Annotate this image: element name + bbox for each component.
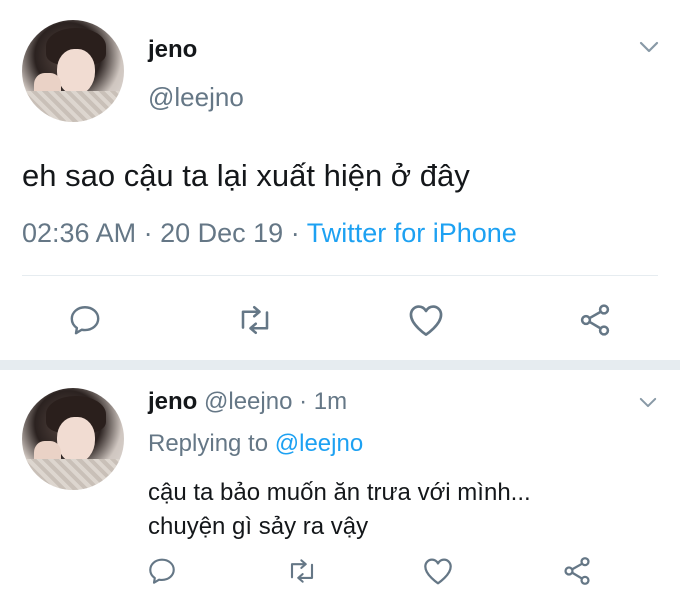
meta-separator: · bbox=[290, 218, 300, 248]
avatar[interactable] bbox=[22, 20, 124, 122]
author-name[interactable]: jeno bbox=[148, 36, 197, 64]
tweet-source-link[interactable]: Twitter for iPhone bbox=[307, 218, 517, 248]
retweet-icon[interactable] bbox=[235, 302, 275, 338]
reply-avatar[interactable] bbox=[22, 388, 124, 490]
reply-separator: · bbox=[299, 388, 308, 415]
reply-text-line: chuyện gì sảy ra vậy bbox=[148, 513, 369, 540]
share-icon[interactable] bbox=[576, 302, 614, 338]
tweet-time[interactable]: 02:36 AM bbox=[22, 218, 136, 248]
chevron-down-icon[interactable] bbox=[639, 396, 657, 409]
meta-separator: · bbox=[143, 218, 153, 248]
divider bbox=[22, 275, 658, 276]
retweet-icon[interactable] bbox=[285, 556, 319, 586]
reply-icon[interactable] bbox=[67, 302, 103, 338]
like-icon[interactable] bbox=[407, 302, 445, 338]
reply-author-handle[interactable]: @leejno bbox=[204, 388, 292, 415]
reply-author-name[interactable]: jeno bbox=[148, 388, 197, 415]
tweet-text: eh sao cậu ta lại xuất hiện ở đây bbox=[22, 158, 470, 193]
reply-age[interactable]: 1m bbox=[314, 388, 347, 415]
reply-text: cậu ta bảo muốn ăn trưa với mình... chuy… bbox=[148, 476, 531, 544]
chevron-down-icon[interactable] bbox=[639, 40, 659, 54]
reply-header: jeno @leejno · 1m bbox=[148, 388, 347, 416]
section-divider bbox=[0, 360, 680, 370]
tweet-meta: 02:36 AM · 20 Dec 19 · Twitter for iPhon… bbox=[22, 218, 517, 249]
reply-text-line: cậu ta bảo muốn ăn trưa với mình... bbox=[148, 479, 531, 506]
share-icon[interactable] bbox=[561, 555, 593, 587]
replying-prefix: Replying to bbox=[148, 430, 269, 457]
like-icon[interactable] bbox=[422, 556, 454, 586]
replying-handle-link[interactable]: @leejno bbox=[275, 430, 363, 457]
replying-to: Replying to @leejno bbox=[148, 430, 363, 458]
reply-icon[interactable] bbox=[146, 555, 178, 587]
tweet-date[interactable]: 20 Dec 19 bbox=[160, 218, 283, 248]
author-handle[interactable]: @leejno bbox=[148, 82, 244, 113]
